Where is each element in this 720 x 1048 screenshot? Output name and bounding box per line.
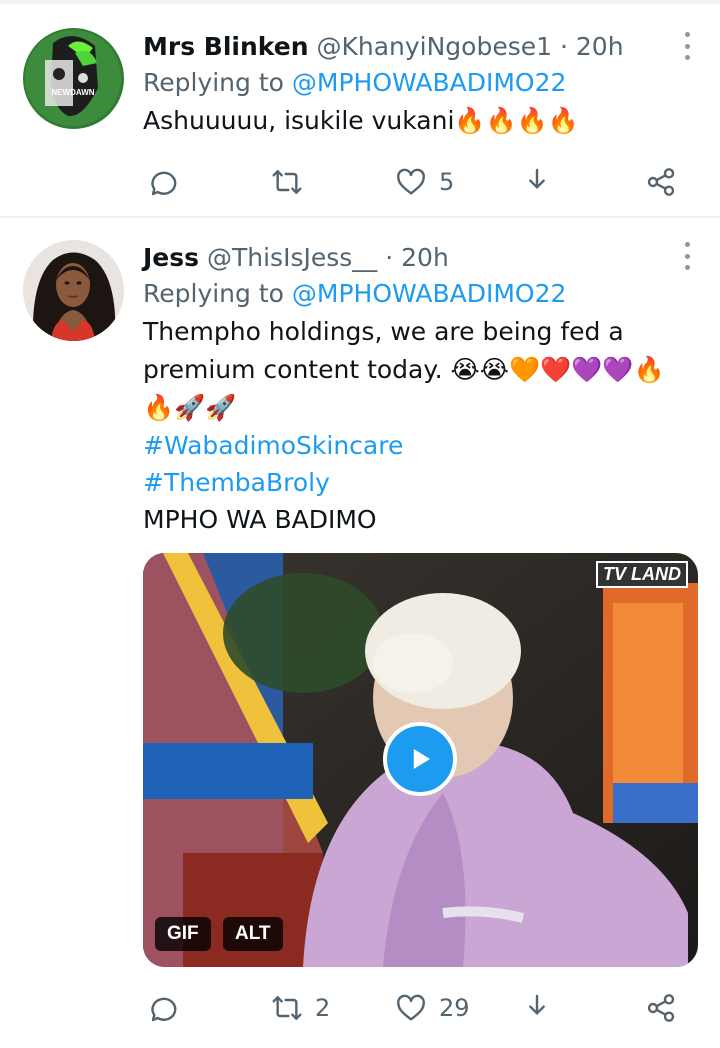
replying-prefix: Replying to: [143, 279, 292, 308]
retweet-icon: [272, 996, 302, 1020]
user-handle[interactable]: @KhanyiNgobese1: [316, 32, 552, 61]
reply-button[interactable]: [147, 988, 179, 1028]
tweet-content: Jess @ThisIsJess__ · 20h Replying to @MP…: [143, 241, 690, 538]
tweet-header: Jess @ThisIsJess__ · 20h: [143, 241, 690, 275]
action-bar: 5: [143, 162, 693, 202]
tweet-text-line: MPHO WA BADIMO: [143, 505, 377, 534]
tweet-text: Thempho holdings, we are being fed a pre…: [143, 313, 690, 427]
alt-text-button[interactable]: ALT: [223, 917, 283, 951]
like-count: 29: [439, 994, 470, 1022]
share-icon: [529, 168, 545, 189]
tweet-text-body: Ashuuuuu, isukile vukani: [143, 106, 455, 135]
hashtag-link[interactable]: #WabadimoSkincare: [143, 427, 690, 464]
replying-to: Replying to @MPHOWABADIMO22: [143, 275, 690, 313]
watermark-logo: TV LAND: [596, 561, 688, 588]
display-name[interactable]: Jess: [143, 243, 199, 272]
share-network-button[interactable]: [645, 162, 677, 202]
replying-to: Replying to @MPHOWABADIMO22: [143, 64, 690, 102]
replying-prefix: Replying to: [143, 68, 292, 97]
timestamp[interactable]: 20h: [401, 243, 449, 272]
tweet-emojis: 😭😭🧡❤️💜💜🔥: [450, 355, 665, 384]
tweet-emojis: 🔥🔥🔥🔥: [454, 106, 579, 135]
reply-button[interactable]: [147, 162, 179, 202]
tweet-content: Mrs Blinken @KhanyiNgobese1 · 20h Replyi…: [143, 30, 690, 140]
play-icon: [413, 749, 430, 769]
share-network-icon: [647, 994, 675, 1022]
share-icon: [529, 994, 545, 1015]
tweet[interactable]: Jess @ThisIsJess__ · 20h Replying to @MP…: [0, 218, 720, 1048]
share-button[interactable]: [521, 162, 553, 202]
tweet-header: Mrs Blinken @KhanyiNgobese1 · 20h: [143, 30, 690, 64]
separator-dot: ·: [385, 243, 394, 272]
like-count: 5: [439, 168, 455, 196]
like-icon: [397, 994, 425, 1021]
tweet-text: Ashuuuuu, isukile vukani🔥🔥🔥🔥: [143, 102, 690, 140]
replying-handle-link[interactable]: @MPHOWABADIMO22: [292, 279, 567, 308]
display-name[interactable]: Mrs Blinken: [143, 32, 309, 61]
more-options-icon[interactable]: [682, 32, 692, 60]
gif-badge: GIF: [155, 917, 211, 951]
user-handle[interactable]: @ThisIsJess__: [207, 243, 377, 272]
share-network-icon: [647, 168, 675, 196]
tweet-text-line: premium content today. 😭😭🧡❤️💜💜🔥: [143, 351, 690, 389]
retweet-icon: [272, 170, 302, 194]
gif-media[interactable]: TV LAND GIF ALT: [143, 553, 698, 967]
hashtag-link[interactable]: #ThembaBroly: [143, 464, 690, 501]
more-options-icon[interactable]: [682, 242, 692, 270]
timestamp[interactable]: 20h: [576, 32, 624, 61]
tweet-emojis: 🔥🚀🚀: [143, 393, 237, 422]
avatar-logo-text: NEWDAWN: [51, 88, 94, 97]
replying-handle-link[interactable]: @MPHOWABADIMO22: [292, 68, 567, 97]
like-icon: [397, 168, 425, 195]
like-button[interactable]: 29: [395, 988, 470, 1028]
tweet[interactable]: NEWDAWN Mrs Blinken @KhanyiNgobese1 · 20…: [0, 4, 720, 218]
tweet-text-line: Thempho holdings, we are being fed a: [143, 317, 624, 346]
reply-icon: [151, 997, 177, 1022]
reply-icon: [151, 171, 177, 196]
share-network-button[interactable]: [645, 988, 677, 1028]
retweet-count: 2: [315, 994, 331, 1022]
action-bar: 2 29: [143, 988, 693, 1028]
tweet-text-body: premium content today.: [143, 355, 443, 384]
retweet-button[interactable]: [271, 162, 303, 202]
avatar[interactable]: [23, 240, 124, 341]
share-button[interactable]: [521, 988, 553, 1028]
retweet-button[interactable]: 2: [271, 988, 330, 1028]
like-button[interactable]: 5: [395, 162, 454, 202]
separator-dot: ·: [559, 32, 568, 61]
avatar[interactable]: NEWDAWN: [23, 28, 124, 129]
play-button[interactable]: [383, 722, 457, 796]
